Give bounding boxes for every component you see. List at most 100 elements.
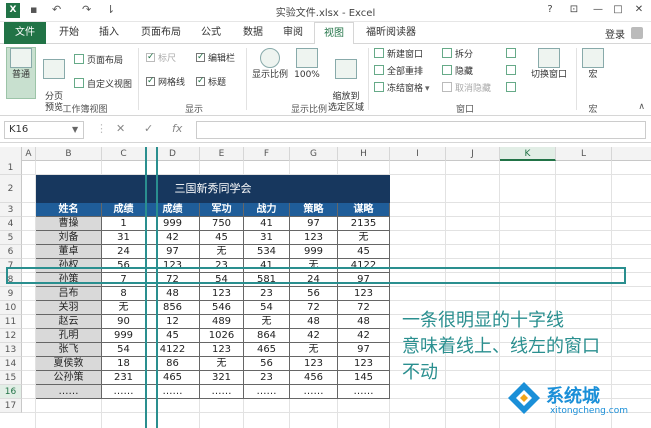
split-button[interactable]: 拆分 xyxy=(442,48,473,62)
tab-formulas[interactable]: 公式 xyxy=(194,22,228,44)
table-header-cell[interactable]: 军功 xyxy=(200,203,244,217)
minimize-button[interactable]: — xyxy=(589,2,607,18)
table-cell[interactable]: 48 xyxy=(338,315,390,329)
row-header-10[interactable]: 10 xyxy=(0,301,22,315)
table-cell[interactable]: …… xyxy=(200,385,244,399)
cancel-icon[interactable]: ✕ xyxy=(116,122,125,135)
tab-view[interactable]: 视图 xyxy=(314,22,354,45)
table-cell[interactable]: 无 xyxy=(290,343,338,357)
page-layout-view-button[interactable]: 页面布局 xyxy=(74,54,123,68)
table-cell[interactable]: 曹操 xyxy=(36,217,102,231)
table-header-cell[interactable]: 成绩 xyxy=(102,203,146,217)
table-cell[interactable]: 90 xyxy=(102,315,146,329)
normal-view-button[interactable]: 普通 xyxy=(6,47,36,99)
table-cell[interactable]: 无 xyxy=(338,231,390,245)
table-cell[interactable]: 864 xyxy=(244,329,290,343)
row-header-1[interactable]: 1 xyxy=(0,161,22,175)
table-cell[interactable]: 孔明 xyxy=(36,329,102,343)
row-header-12[interactable]: 12 xyxy=(0,329,22,343)
collapse-ribbon-icon[interactable]: ∧ xyxy=(638,102,645,112)
row-header-13[interactable]: 13 xyxy=(0,343,22,357)
sign-in-link[interactable]: 登录 xyxy=(605,26,625,41)
table-cell[interactable]: 123 xyxy=(200,343,244,357)
column-header-f[interactable]: F xyxy=(244,147,290,161)
table-cell[interactable]: …… xyxy=(338,385,390,399)
row-header-11[interactable]: 11 xyxy=(0,315,22,329)
insert-function-icon[interactable]: fx xyxy=(172,122,182,135)
table-cell[interactable]: 31 xyxy=(102,231,146,245)
close-button[interactable]: ✕ xyxy=(630,2,648,18)
row-header-4[interactable]: 4 xyxy=(0,217,22,231)
table-cell[interactable]: 张飞 xyxy=(36,343,102,357)
tab-file[interactable]: 文件 xyxy=(4,22,46,44)
table-cell[interactable]: 145 xyxy=(338,371,390,385)
column-header-g[interactable]: G xyxy=(290,147,338,161)
table-cell[interactable]: 489 xyxy=(200,315,244,329)
table-cell[interactable]: 夏侯敦 xyxy=(36,357,102,371)
table-title[interactable]: 三国新秀同学会 xyxy=(36,175,390,203)
table-cell[interactable]: 23 xyxy=(244,371,290,385)
table-cell[interactable]: 231 xyxy=(102,371,146,385)
table-cell[interactable]: …… xyxy=(36,385,102,399)
table-cell[interactable]: 534 xyxy=(244,245,290,259)
table-header-cell[interactable]: 谋略 xyxy=(338,203,390,217)
table-cell[interactable]: 54 xyxy=(244,301,290,315)
switch-windows-button[interactable]: 切换窗口 xyxy=(526,48,572,81)
row-header-15[interactable]: 15 xyxy=(0,371,22,385)
table-cell[interactable]: 97 xyxy=(338,343,390,357)
table-cell[interactable]: 吕布 xyxy=(36,287,102,301)
table-cell[interactable]: 45 xyxy=(200,231,244,245)
table-cell[interactable]: 456 xyxy=(290,371,338,385)
table-cell[interactable]: 999 xyxy=(290,245,338,259)
zoom-100-button[interactable]: 100% xyxy=(292,48,322,81)
gridlines-checkbox[interactable]: 网格线 xyxy=(146,74,185,90)
headings-checkbox[interactable]: 标题 xyxy=(196,74,226,90)
table-cell[interactable]: 1 xyxy=(102,217,146,231)
tab-data[interactable]: 数据 xyxy=(236,22,270,44)
table-cell[interactable]: 97 xyxy=(290,217,338,231)
table-cell[interactable]: 42 xyxy=(290,329,338,343)
table-cell[interactable]: 123 xyxy=(338,357,390,371)
select-all-corner[interactable] xyxy=(0,147,22,161)
table-cell[interactable]: 41 xyxy=(244,217,290,231)
new-window-button[interactable]: 新建窗口 xyxy=(374,48,423,62)
unhide-button[interactable]: 取消隐藏 xyxy=(442,82,491,96)
chevron-down-icon[interactable]: ▼ xyxy=(72,121,78,139)
table-cell[interactable]: 23 xyxy=(244,287,290,301)
row-header-3[interactable]: 3 xyxy=(0,203,22,217)
table-cell[interactable]: 72 xyxy=(290,301,338,315)
column-header-e[interactable]: E xyxy=(200,147,244,161)
table-cell[interactable]: …… xyxy=(290,385,338,399)
ruler-checkbox[interactable]: 标尺 xyxy=(146,50,176,66)
table-cell[interactable]: 546 xyxy=(200,301,244,315)
table-cell[interactable]: …… xyxy=(244,385,290,399)
hide-button[interactable]: 隐藏 xyxy=(442,65,473,79)
table-cell[interactable]: 42 xyxy=(338,329,390,343)
table-cell[interactable]: 750 xyxy=(200,217,244,231)
table-cell[interactable]: 无 xyxy=(200,245,244,259)
sync-scroll-button[interactable] xyxy=(506,65,519,79)
table-cell[interactable]: 31 xyxy=(244,231,290,245)
column-header-j[interactable]: J xyxy=(446,147,500,161)
row-header-17[interactable]: 17 xyxy=(0,399,22,413)
tab-foxit-reader[interactable]: 福昕阅读器 xyxy=(358,22,424,44)
formula-input[interactable] xyxy=(196,121,646,139)
tab-insert[interactable]: 插入 xyxy=(92,22,126,44)
zoom-button[interactable]: 显示比例 xyxy=(250,48,290,81)
custom-views-button[interactable]: 自定义视图 xyxy=(74,78,132,92)
table-cell[interactable]: 72 xyxy=(338,301,390,315)
row-header-6[interactable]: 6 xyxy=(0,245,22,259)
table-cell[interactable]: 董卓 xyxy=(36,245,102,259)
table-cell[interactable]: 无 xyxy=(244,315,290,329)
column-header-b[interactable]: B xyxy=(36,147,102,161)
table-cell[interactable]: 24 xyxy=(102,245,146,259)
table-header-cell[interactable]: 姓名 xyxy=(36,203,102,217)
macros-button[interactable]: 宏 xyxy=(580,48,606,81)
row-header-2[interactable]: 2 xyxy=(0,175,22,203)
table-cell[interactable]: 45 xyxy=(338,245,390,259)
table-cell[interactable]: 48 xyxy=(290,315,338,329)
enter-icon[interactable]: ✓ xyxy=(144,122,153,135)
table-cell[interactable]: 123 xyxy=(290,357,338,371)
arrange-all-button[interactable]: 全部重排 xyxy=(374,65,423,79)
row-header-16[interactable]: 16 xyxy=(0,385,22,399)
